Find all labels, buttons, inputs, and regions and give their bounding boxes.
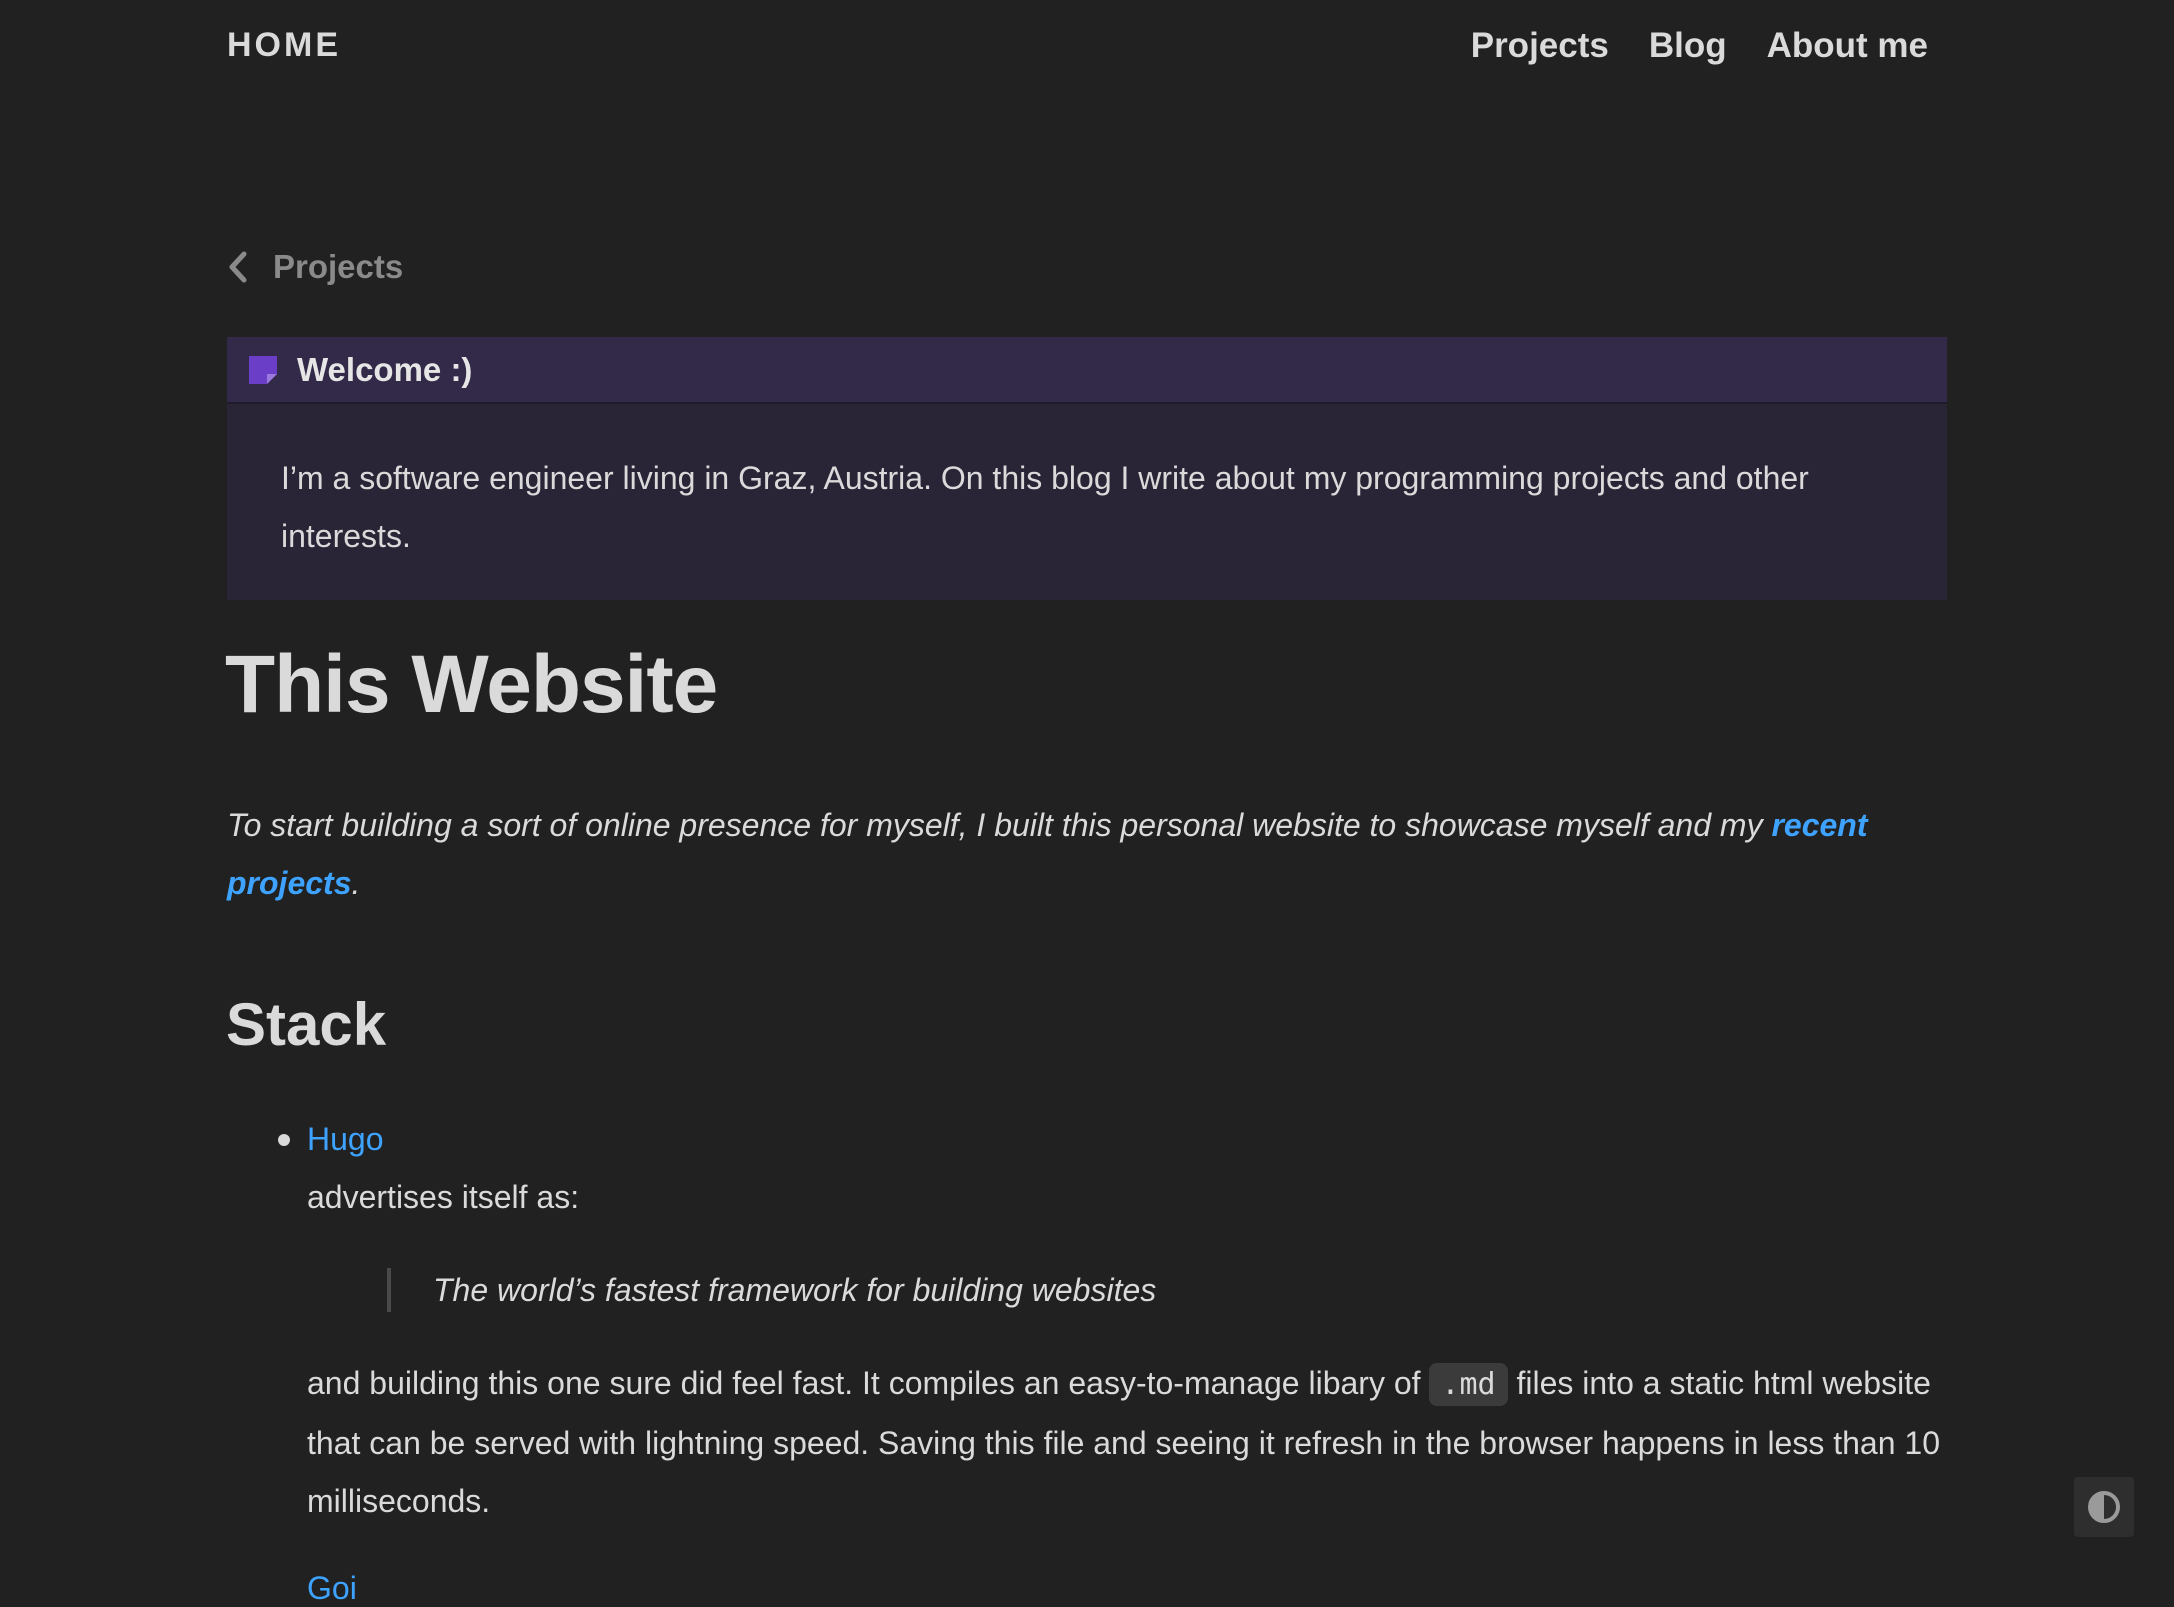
inline-code: .md [1429, 1363, 1508, 1406]
next-stack-item-link[interactable]: Goi [307, 1570, 357, 1607]
main-nav: Projects Blog About me [1471, 26, 1928, 66]
note-icon [249, 355, 277, 384]
para-before: and building this one sure did feel fast… [307, 1365, 1430, 1401]
hugo-paragraph: and building this one sure did feel fast… [307, 1354, 1949, 1530]
intro-end: . [351, 865, 361, 901]
hugo-quote: The world’s fastest framework for buildi… [387, 1268, 1156, 1312]
nav-blog[interactable]: Blog [1649, 26, 1727, 66]
hugo-description: advertises itself as: [307, 1179, 580, 1215]
nav-about-me[interactable]: About me [1767, 26, 1928, 66]
welcome-callout: Welcome :) I’m a software engineer livin… [227, 337, 1947, 600]
theme-toggle-button[interactable] [2074, 1477, 2134, 1537]
intro-paragraph: To start building a sort of online prese… [227, 796, 1949, 912]
section-heading-stack: Stack [226, 991, 387, 1058]
page-title: This Website [225, 639, 718, 730]
intro-text: To start building a sort of online prese… [227, 807, 1772, 843]
home-link[interactable]: HOME [227, 26, 341, 65]
back-to-projects-link[interactable]: Projects [227, 248, 403, 286]
hugo-link[interactable]: Hugo [307, 1121, 384, 1158]
callout-body: I’m a software engineer living in Graz, … [281, 460, 1809, 554]
chevron-left-icon [229, 251, 247, 283]
back-link-label: Projects [273, 248, 404, 285]
site-header: HOME Projects Blog About me [0, 0, 2174, 100]
callout-title: Welcome :) [297, 350, 473, 388]
list-bullet [278, 1134, 290, 1146]
nav-projects[interactable]: Projects [1471, 26, 1609, 66]
contrast-icon [2088, 1491, 2120, 1523]
callout-header: Welcome :) [227, 337, 1947, 404]
